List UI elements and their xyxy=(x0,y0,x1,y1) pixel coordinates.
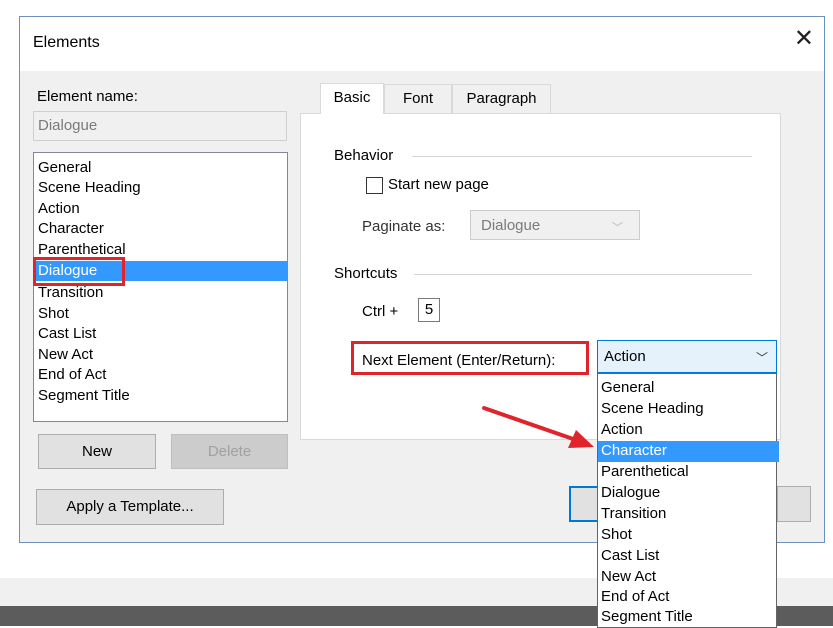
tab-basic[interactable]: Basic xyxy=(320,83,384,114)
element-list-item[interactable]: Shot xyxy=(38,304,69,324)
chevron-down-icon: ﹀ xyxy=(755,351,768,365)
dropdown-option[interactable]: New Act xyxy=(601,567,773,588)
element-list-item[interactable]: Cast List xyxy=(38,324,96,344)
dropdown-option-highlighted[interactable]: Character xyxy=(598,441,779,462)
start-new-page-checkbox[interactable] xyxy=(366,177,383,194)
close-x-icon[interactable]: ✕ xyxy=(794,27,814,51)
annotation-highlight-box xyxy=(351,341,589,375)
element-list-item[interactable]: New Act xyxy=(38,345,93,365)
dropdown-option[interactable]: End of Act xyxy=(601,587,773,608)
annotation-highlight-box xyxy=(33,257,125,286)
paginate-as-dropdown[interactable]: Dialogue ﹀ xyxy=(470,210,640,240)
ctrl-label: Ctrl + xyxy=(362,303,399,320)
dropdown-option[interactable]: Scene Heading xyxy=(601,399,773,420)
paginate-as-label: Paginate as: xyxy=(362,218,446,235)
dropdown-option[interactable]: Cast List xyxy=(601,546,773,567)
delete-button[interactable]: Delete xyxy=(171,434,288,469)
element-list-item[interactable]: Action xyxy=(38,199,80,219)
paginate-as-value: Dialogue xyxy=(481,217,541,234)
element-list[interactable]: General Scene Heading Action Character P… xyxy=(33,152,288,422)
dropdown-option[interactable]: Parenthetical xyxy=(601,462,773,483)
dropdown-option[interactable]: Transition xyxy=(601,504,773,525)
element-list-item[interactable]: Scene Heading xyxy=(38,178,141,198)
annotation-arrow-icon xyxy=(482,406,594,448)
dropdown-option[interactable]: Dialogue xyxy=(601,483,773,504)
element-list-item[interactable]: Segment Title xyxy=(38,386,130,406)
new-button[interactable]: New xyxy=(38,434,156,469)
behavior-group-divider xyxy=(412,156,752,157)
element-name-field[interactable]: Dialogue xyxy=(33,111,287,141)
cancel-button[interactable]: l xyxy=(777,486,811,522)
shortcut-key-field[interactable]: 5 xyxy=(418,298,440,322)
element-list-item[interactable]: Transition xyxy=(38,283,103,303)
start-new-page-label: Start new page xyxy=(388,176,489,193)
dropdown-option[interactable]: Shot xyxy=(601,525,773,546)
tab-font[interactable]: Font xyxy=(384,84,452,114)
element-list-item[interactable]: End of Act xyxy=(38,365,106,385)
dropdown-option[interactable]: General xyxy=(601,378,773,399)
cancel-button-label: l xyxy=(778,487,810,521)
dialog-title: Elements xyxy=(33,34,100,51)
shortcuts-group-divider xyxy=(414,274,752,275)
title-bar: Elements ✕ xyxy=(20,17,824,71)
dropdown-option[interactable]: Segment Title xyxy=(601,607,773,628)
element-name-label: Element name: xyxy=(37,88,138,105)
dropdown-option[interactable]: Action xyxy=(601,420,773,441)
shortcuts-group-label: Shortcuts xyxy=(334,265,398,282)
element-list-item[interactable]: General xyxy=(38,158,91,178)
element-list-item[interactable]: Character xyxy=(38,219,104,239)
next-element-value: Action xyxy=(604,348,646,365)
next-element-options-list[interactable]: General Scene Heading Action Character P… xyxy=(597,373,779,628)
tab-paragraph[interactable]: Paragraph xyxy=(452,84,551,114)
apply-template-button[interactable]: Apply a Template... xyxy=(36,489,224,525)
chevron-down-icon: ﹀ xyxy=(612,222,623,234)
behavior-group-label: Behavior xyxy=(334,147,394,164)
next-element-dropdown[interactable]: Action ﹀ xyxy=(597,340,777,373)
